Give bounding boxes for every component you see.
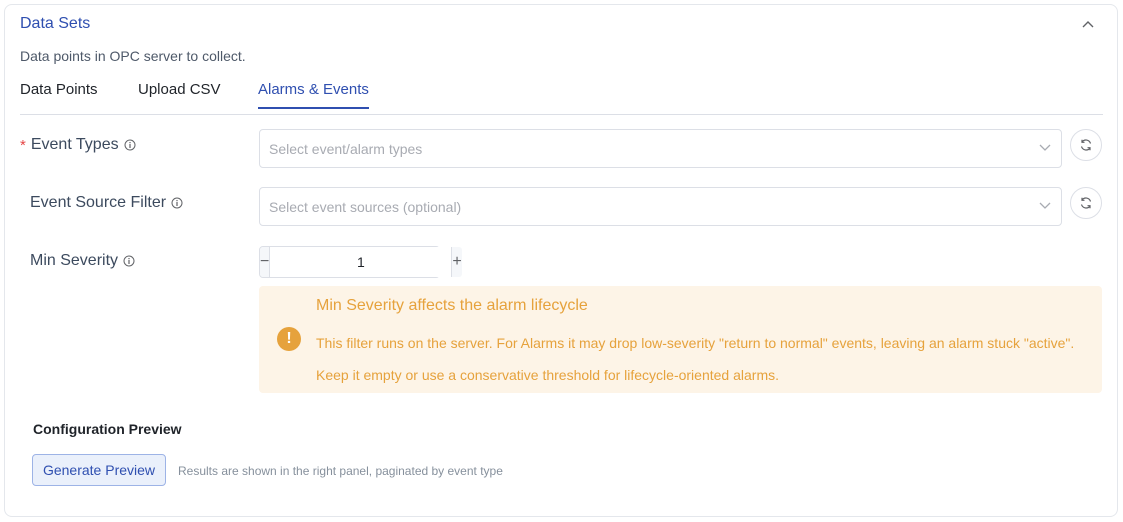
event-source-filter-label-text: Event Source Filter (30, 194, 167, 211)
info-icon[interactable] (171, 197, 183, 209)
min-severity-stepper: − + (259, 246, 462, 278)
event-types-placeholder: Select event/alarm types (269, 141, 423, 157)
min-severity-label-text: Min Severity (30, 252, 119, 269)
alert-body: This filter runs on the server. For Alar… (316, 335, 1075, 383)
refresh-event-types-button[interactable] (1070, 129, 1102, 161)
info-icon[interactable] (123, 255, 135, 267)
event-source-filter-select[interactable]: Select event sources (optional) (259, 187, 1062, 226)
refresh-icon (1079, 138, 1093, 152)
min-severity-input[interactable] (270, 247, 452, 277)
chevron-down-icon (1039, 144, 1051, 152)
event-types-label-text: Event Types (30, 136, 119, 153)
increment-button[interactable]: + (451, 247, 462, 277)
tab-data-points[interactable]: Data Points (20, 81, 98, 108)
severity-warning-alert: ! Min Severity affects the alarm lifecyc… (259, 286, 1102, 393)
data-sets-card: Data Sets Data points in OPC server to c… (4, 4, 1118, 517)
refresh-icon (1079, 196, 1093, 210)
tab-bar: Data Points Upload CSV Alarms & Events (20, 73, 1103, 115)
chevron-up-icon[interactable] (1081, 17, 1095, 31)
event-source-filter-placeholder: Select event sources (optional) (269, 199, 462, 215)
preview-hint: Results are shown in the right panel, pa… (178, 464, 503, 478)
section-title: Data Sets (20, 15, 91, 32)
decrement-button[interactable]: − (260, 247, 271, 277)
event-types-label: * Event Types (20, 136, 136, 154)
alert-title: Min Severity affects the alarm lifecycle (316, 297, 588, 314)
event-types-select[interactable]: Select event/alarm types (259, 129, 1062, 168)
configuration-preview-title: Configuration Preview (33, 421, 182, 437)
section-description: Data points in OPC server to collect. (20, 48, 246, 64)
event-source-filter-label: Event Source Filter (30, 194, 183, 212)
chevron-down-icon (1039, 202, 1051, 210)
warning-icon: ! (277, 327, 301, 351)
info-icon[interactable] (124, 139, 136, 151)
generate-preview-button[interactable]: Generate Preview (32, 454, 166, 486)
tab-upload-csv[interactable]: Upload CSV (138, 81, 221, 108)
refresh-event-sources-button[interactable] (1070, 187, 1102, 219)
tab-alarms-events[interactable]: Alarms & Events (258, 81, 369, 109)
required-mark: * (20, 136, 26, 154)
min-severity-label: Min Severity (30, 252, 135, 270)
